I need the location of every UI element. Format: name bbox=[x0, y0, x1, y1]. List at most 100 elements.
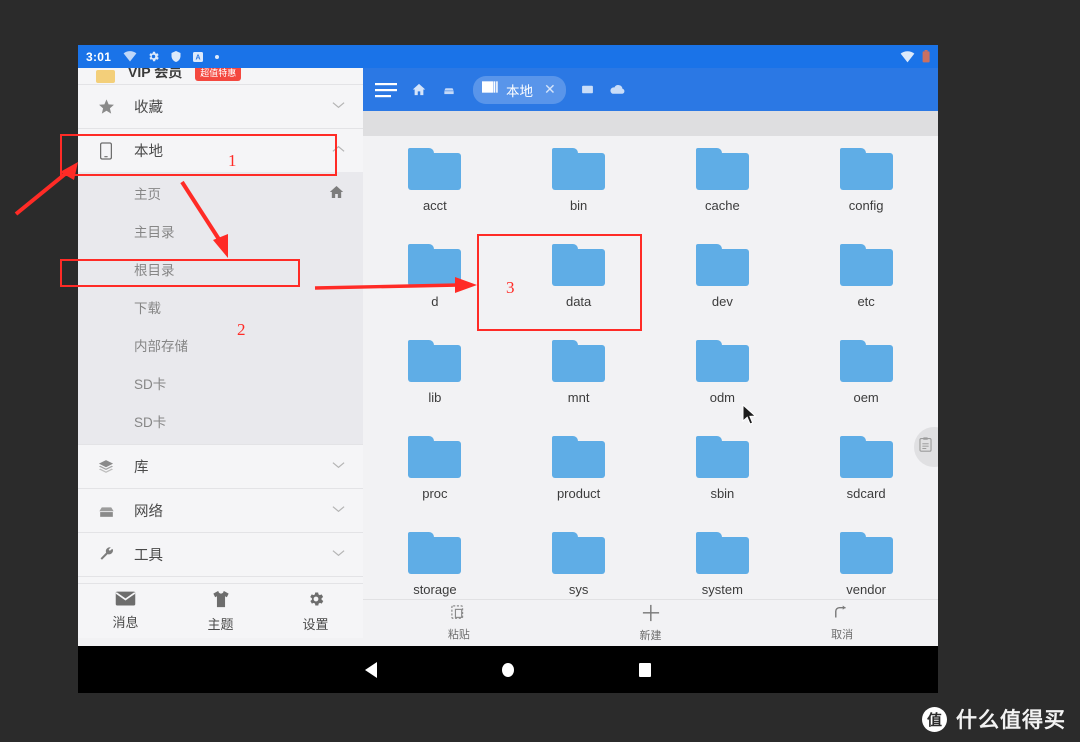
cloud-icon[interactable] bbox=[609, 83, 626, 96]
folder-icon bbox=[839, 340, 893, 382]
sidebar-item-network[interactable]: 网络 bbox=[78, 489, 363, 532]
file-item[interactable]: cache bbox=[651, 136, 795, 232]
file-name: cache bbox=[705, 198, 740, 213]
window-icon[interactable] bbox=[580, 83, 595, 96]
file-item[interactable]: oem bbox=[794, 328, 938, 424]
file-name: system bbox=[701, 582, 743, 597]
file-item[interactable]: mnt bbox=[507, 328, 651, 424]
file-item[interactable]: proc bbox=[363, 424, 507, 520]
phone-icon bbox=[96, 141, 116, 160]
status-left-icons: A bbox=[123, 50, 220, 63]
folder-icon bbox=[408, 532, 462, 574]
sidebar-subitem-main-dir[interactable]: 主目录 bbox=[78, 212, 363, 250]
drawer-tab-messages[interactable]: 消息 bbox=[78, 591, 173, 631]
folder-icon bbox=[552, 436, 606, 478]
screenshot-root: 3:01 A 本地 ✕ acct bin cache config d data… bbox=[0, 0, 1080, 742]
folder-icon bbox=[695, 532, 749, 574]
sidebar-subitem-label: 内部存储 bbox=[134, 339, 188, 354]
sidebar-item-favorites[interactable]: 收藏 bbox=[78, 85, 363, 128]
watermark-logo: 值 bbox=[922, 706, 947, 732]
file-item[interactable]: etc bbox=[794, 232, 938, 328]
file-grid: acct bin cache config d data dev etc lib… bbox=[363, 136, 938, 616]
cloud-network-icon bbox=[96, 503, 116, 518]
file-item[interactable]: dev bbox=[651, 232, 795, 328]
drawer-tab-theme[interactable]: 主题 bbox=[173, 590, 268, 633]
file-name: lib bbox=[428, 390, 442, 405]
sidebar-item-label: 本地 bbox=[134, 144, 163, 160]
hamburger-menu-icon[interactable] bbox=[375, 81, 397, 99]
folder-icon bbox=[552, 148, 606, 190]
sidebar-item-label: 工具 bbox=[134, 548, 163, 564]
undo-icon bbox=[833, 605, 851, 624]
drawer-tab-settings[interactable]: 设置 bbox=[268, 590, 363, 633]
file-name: dev bbox=[711, 294, 733, 309]
tab-local[interactable]: 本地 ✕ bbox=[473, 75, 566, 104]
sidebar-subitem-sdcard-2[interactable]: SD卡 bbox=[78, 402, 363, 440]
annotation-arrow-external bbox=[14, 162, 78, 216]
file-name: config bbox=[848, 198, 884, 213]
android-nav-bar bbox=[78, 646, 938, 693]
sidebar-item-library[interactable]: 库 bbox=[78, 445, 363, 488]
home-icon bbox=[328, 184, 345, 203]
file-name: data bbox=[565, 294, 592, 309]
file-item[interactable]: bin bbox=[507, 136, 651, 232]
svg-text:A: A bbox=[196, 54, 201, 61]
drawer-tab-label: 设置 bbox=[302, 616, 329, 632]
sidebar-subitem-home[interactable]: 主页 bbox=[78, 174, 363, 212]
sidebar-item-tools[interactable]: 工具 bbox=[78, 533, 363, 576]
file-name: bin bbox=[569, 198, 588, 213]
shield-icon bbox=[170, 50, 182, 63]
home-circle-icon[interactable] bbox=[502, 662, 514, 677]
drawer-bottom-tabs: 消息 主题 设置 bbox=[78, 583, 363, 638]
mouse-cursor bbox=[742, 404, 757, 425]
paste-icon bbox=[451, 604, 467, 624]
folder-icon bbox=[839, 244, 893, 286]
file-item[interactable]: lib bbox=[363, 328, 507, 424]
vip-badge: 超值特惠 bbox=[195, 68, 242, 81]
sidebar-subitem-sdcard-1[interactable]: SD卡 bbox=[78, 364, 363, 402]
sidebar-subitem-downloads[interactable]: 下载 bbox=[78, 288, 363, 326]
file-name: acct bbox=[422, 198, 447, 213]
status-bar: 3:01 A bbox=[78, 45, 938, 68]
wrench-icon bbox=[96, 546, 116, 563]
action-paste[interactable]: 粘贴 bbox=[363, 604, 555, 642]
file-item[interactable]: acct bbox=[363, 136, 507, 232]
back-triangle-icon[interactable] bbox=[365, 661, 377, 678]
shirt-icon bbox=[212, 590, 230, 611]
file-item[interactable]: odm bbox=[651, 328, 795, 424]
vip-card-icon bbox=[96, 69, 115, 83]
file-item-data[interactable]: data bbox=[507, 232, 651, 328]
sidebar-item-local[interactable]: 本地 bbox=[78, 129, 363, 172]
chevron-down-icon bbox=[332, 549, 345, 560]
network-icon[interactable] bbox=[441, 83, 457, 97]
path-breadcrumb-bar[interactable] bbox=[363, 111, 938, 136]
action-new[interactable]: 新建 bbox=[555, 604, 747, 643]
app-a-icon: A bbox=[192, 51, 204, 63]
file-item[interactable]: sbin bbox=[651, 424, 795, 520]
action-cancel[interactable]: 取消 bbox=[746, 605, 938, 642]
watermark-text: 什么值得买 bbox=[956, 709, 1066, 732]
gear-icon bbox=[147, 50, 160, 63]
close-icon[interactable]: ✕ bbox=[544, 81, 556, 98]
layers-icon bbox=[96, 458, 116, 475]
status-clock: 3:01 bbox=[86, 49, 112, 64]
file-name: sbin bbox=[710, 486, 735, 501]
storage-icon bbox=[482, 80, 499, 99]
sidebar-subitem-root-dir[interactable]: 根目录 bbox=[78, 250, 363, 288]
tab-local-label: 本地 bbox=[506, 83, 533, 99]
folder-icon bbox=[552, 532, 606, 574]
drawer-vip-row[interactable]: VIP 会员 超值特惠 bbox=[78, 68, 363, 84]
action-label: 取消 bbox=[831, 628, 854, 641]
app-toolbar: 本地 ✕ bbox=[363, 68, 938, 111]
file-name: vendor bbox=[846, 582, 886, 597]
recents-square-icon[interactable] bbox=[639, 662, 651, 677]
file-item[interactable]: d bbox=[363, 232, 507, 328]
sidebar-subitem-label: 主页 bbox=[134, 187, 161, 202]
sidebar-subitem-internal-storage[interactable]: 内部存储 bbox=[78, 326, 363, 364]
navigation-drawer: VIP 会员 超值特惠 收藏 本地 主页 主目录 根目录 下载 内部存储 SD卡… bbox=[78, 68, 363, 638]
home-icon[interactable] bbox=[411, 82, 427, 97]
file-item[interactable]: config bbox=[794, 136, 938, 232]
watermark: 值 什么值得买 bbox=[922, 704, 1066, 734]
file-item[interactable]: product bbox=[507, 424, 651, 520]
battery-icon bbox=[922, 50, 930, 63]
